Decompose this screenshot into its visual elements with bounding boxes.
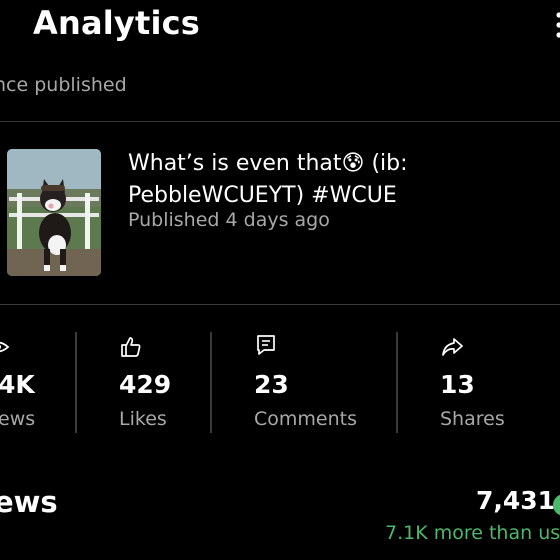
views-comparison: 7.1K more than usu: [385, 522, 560, 544]
views-section-value: 7,431: [476, 486, 556, 515]
more-options-icon[interactable]: [552, 10, 560, 40]
views-label: ews: [0, 408, 36, 430]
shares-label: Shares: [440, 408, 505, 430]
views-count: 4K: [0, 370, 35, 399]
comment-icon: [254, 333, 278, 357]
thumbs-up-icon: [119, 335, 143, 359]
likes-count: 429: [119, 370, 172, 399]
likes-label: Likes: [119, 408, 167, 430]
page-subtitle: nce published: [0, 74, 127, 96]
middle-divider: [0, 304, 560, 305]
video-thumbnail[interactable]: [7, 149, 101, 276]
video-published-date: Published 4 days ago: [128, 209, 330, 231]
stat-separator: [396, 332, 398, 433]
comments-label: Comments: [254, 408, 357, 430]
eye-icon: [0, 335, 10, 359]
stat-separator: [210, 332, 212, 433]
top-divider: [0, 121, 560, 122]
video-title[interactable]: What’s is even that😰 (ib: PebbleWCUEYT) …: [128, 148, 548, 212]
views-section-title: iews: [0, 485, 58, 519]
page-title: Analytics: [33, 4, 201, 42]
share-arrow-icon: [440, 335, 464, 359]
stat-separator: [75, 332, 77, 433]
shares-count: 13: [440, 370, 475, 399]
comments-count: 23: [254, 370, 289, 399]
